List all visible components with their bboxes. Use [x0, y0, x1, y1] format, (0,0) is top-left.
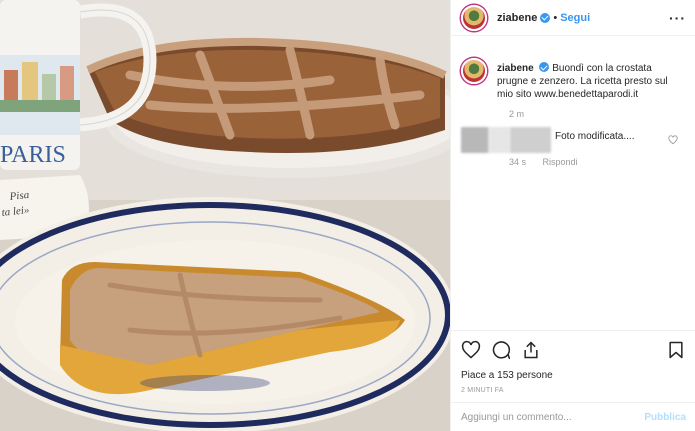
comments-section: ziabene Buondì con la crostata prugne e …: [451, 52, 695, 322]
post-photo[interactable]: PARIS Pisa ta lei»: [0, 0, 450, 431]
header-username[interactable]: ziabene: [497, 12, 537, 24]
separator-dot: •: [553, 11, 558, 24]
mug-label: PARIS: [0, 142, 66, 168]
caption-username[interactable]: ziabene: [497, 63, 534, 74]
avatar[interactable]: [461, 4, 487, 31]
heart-icon[interactable]: [461, 340, 481, 360]
add-comment-bar: Pubblica: [451, 402, 695, 431]
photo-illustration: PARIS Pisa ta lei»: [0, 0, 450, 431]
caption-avatar[interactable]: [461, 58, 487, 84]
comment-input[interactable]: [461, 411, 645, 423]
post-header: ziabene • Segui ···: [451, 0, 695, 36]
instagram-post: PARIS Pisa ta lei» ziabene • Segui ··· z…: [0, 0, 695, 431]
caption-verified-badge-icon: [539, 62, 550, 72]
caption-time: 2 m: [509, 109, 525, 119]
follow-button[interactable]: Segui: [560, 12, 590, 24]
publish-button[interactable]: Pubblica: [644, 412, 686, 423]
share-icon[interactable]: [521, 340, 541, 360]
more-options-icon[interactable]: ···: [669, 10, 686, 26]
action-icons: [461, 339, 686, 361]
comment-row: Foto modificata....: [461, 127, 686, 153]
comment-icon[interactable]: [491, 340, 511, 360]
bookmark-icon[interactable]: [666, 340, 686, 360]
comment-meta: 34 s Rispondi: [509, 157, 686, 167]
caption: ziabene Buondì con la crostata prugne e …: [461, 52, 686, 101]
post-sidebar: ziabene • Segui ··· ziabene Buondì con l…: [450, 0, 695, 431]
comment-time: 34 s: [509, 157, 527, 167]
post-timestamp: 2 MINUTI FA: [461, 387, 504, 394]
likes-count[interactable]: Piace a 153 persone: [461, 370, 686, 381]
caption-text-block: ziabene Buondì con la crostata prugne e …: [497, 62, 672, 101]
verified-badge-icon: [540, 12, 551, 23]
comment-text: Foto modificata....: [555, 131, 635, 142]
comment-like-heart-icon[interactable]: [668, 135, 678, 145]
blurred-username: [461, 127, 551, 153]
reply-link[interactable]: Rispondi: [543, 157, 578, 167]
post-actions: Piace a 153 persone 2 MINUTI FA: [451, 330, 695, 394]
book-text-1: Pisa: [8, 189, 30, 203]
